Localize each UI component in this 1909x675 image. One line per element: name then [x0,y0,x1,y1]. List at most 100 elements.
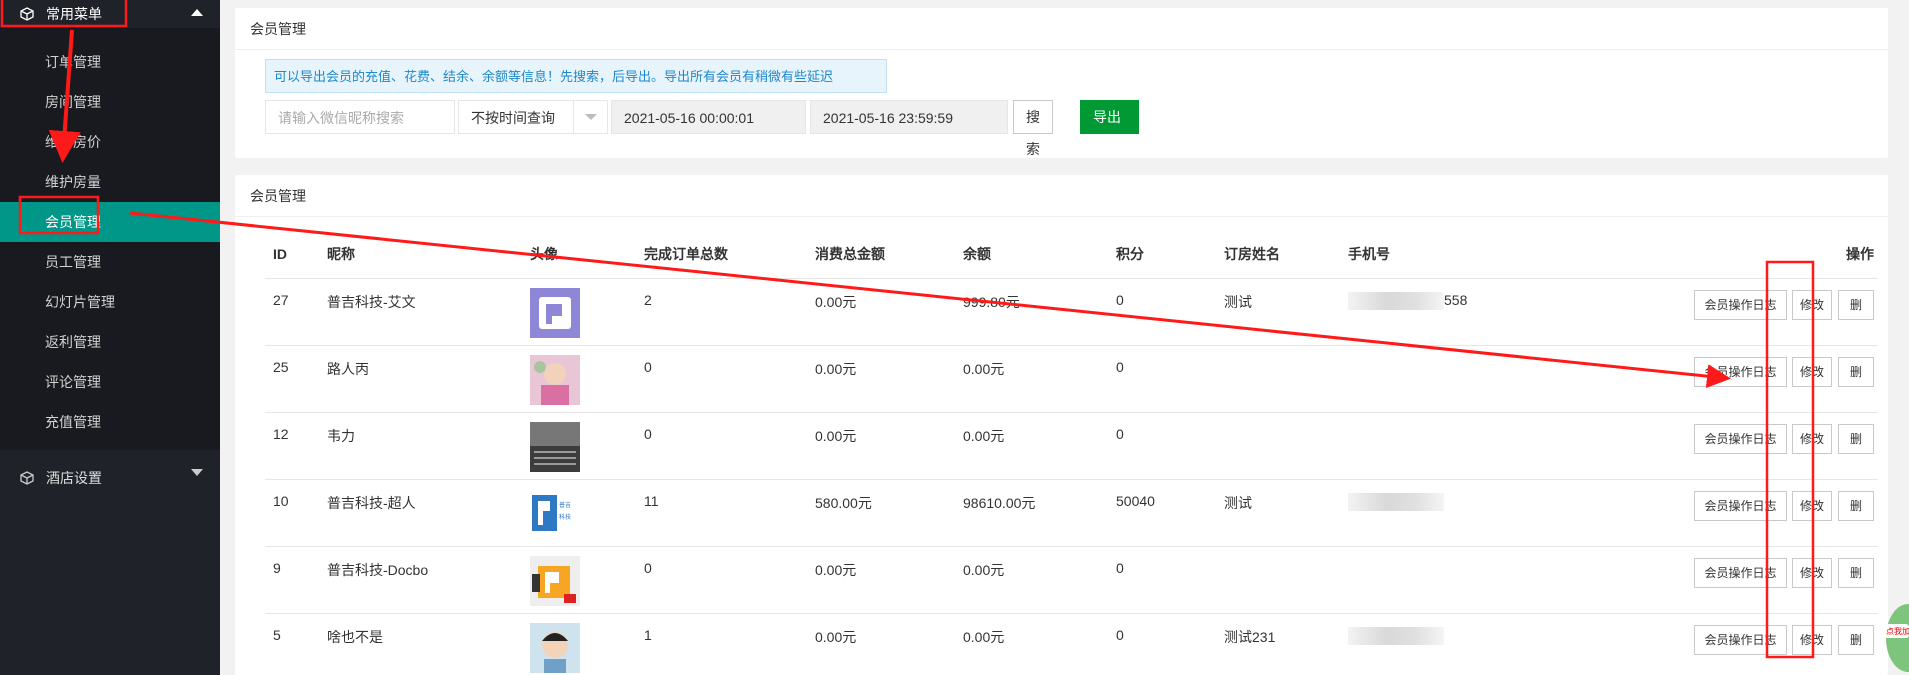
edit-button[interactable]: 修改 [1792,423,1832,454]
cell-balance: 0.00元 [955,545,1108,613]
cell-actions: 会员操作日志 修改删 [1668,545,1878,613]
sidebar-item[interactable]: 幻灯片管理 [0,282,220,322]
delete-button[interactable]: 删 [1838,624,1874,655]
col-guest-name: 订房姓名 [1224,245,1280,262]
child-photo-avatar [530,354,636,405]
cell-id: 10 [265,478,319,546]
table-row: 5 啥也不是 1 0.00元 0.00元 0 测试231 会员操作日志 修改删 [265,612,1878,675]
sidebar-item[interactable]: 评论管理 [0,362,220,402]
member-log-button[interactable]: 会员操作日志 [1694,624,1787,655]
member-list-title: 会员管理 [235,175,1888,217]
chevron-down-icon [573,101,607,133]
svg-text:科技: 科技 [559,513,571,521]
member-log-button[interactable]: 会员操作日志 [1694,289,1787,320]
cell-orders: 0 [636,344,807,412]
cell-balance: 999.80元 [955,277,1108,345]
sidebar-item[interactable]: 返利管理 [0,322,220,362]
edit-button[interactable]: 修改 [1792,490,1832,521]
cell-spent: 580.00元 [807,478,955,546]
delete-button[interactable]: 删 [1838,423,1874,454]
delete-button[interactable]: 删 [1838,289,1874,320]
cell-nickname: 普吉科技-超人 [319,478,522,546]
table-header-row: ID 昵称 头像 完成订单总数 消费总金额 余额 积分 订房姓名 手机号 操作 [265,230,1878,278]
member-log-button[interactable]: 会员操作日志 [1694,356,1787,387]
delete-button[interactable]: 删 [1838,490,1874,521]
filter-card: 会员管理 可以导出会员的充值、花费、结余、余额等信息！先搜索，后导出。导出所有会… [235,8,1888,193]
cell-id: 9 [265,545,319,613]
cell-id: 27 [265,277,319,345]
member-list-card: 会员管理 ID 昵称 头像 完成订单总数 消费总金额 余额 积分 订房姓名 手机… [235,175,1888,675]
sidebar-group-common[interactable]: 常用菜单 [0,0,220,28]
member-log-button[interactable]: 会员操作日志 [1694,423,1787,454]
cell-actions: 会员操作日志 修改删 [1668,612,1878,675]
floating-help-widget[interactable]: 点我加 [1880,600,1909,675]
cell-spent: 0.00元 [807,545,955,613]
row-actions: 会员操作日志 修改删 [1694,289,1878,320]
sidebar-item[interactable]: 员工管理 [0,242,220,282]
sidebar-item[interactable]: 维护房价 [0,122,220,162]
sidebar-group-hotel-label: 酒店设置 [46,470,102,486]
delete-button[interactable]: 删 [1838,557,1874,588]
cell-actions: 会员操作日志 修改删 [1668,277,1878,345]
edit-button[interactable]: 修改 [1792,356,1832,387]
cell-points: 50040 [1108,478,1216,546]
cell-guest-name: 测试 [1216,277,1340,345]
cell-avatar [522,545,636,613]
cell-guest-name [1216,411,1340,479]
sidebar-group-hotel[interactable]: 酒店设置 [0,458,220,498]
phone-redacted [1348,626,1444,645]
export-excel-button[interactable]: 导出全部excel [1080,100,1139,193]
edit-button[interactable]: 修改 [1792,557,1832,588]
nickname-search-input[interactable]: 请输入微信昵称搜索 [265,100,455,134]
member-log-button[interactable]: 会员操作日志 [1694,490,1787,521]
cell-guest-name: 测试231 [1216,612,1340,675]
sidebar-item[interactable]: 会员管理 [0,202,220,242]
cell-phone [1340,478,1668,546]
sidebar-item[interactable]: 维护房量 [0,162,220,202]
delete-button[interactable]: 删 [1838,356,1874,387]
row-actions: 会员操作日志 修改删 [1694,423,1878,454]
cell-nickname: 啥也不是 [319,612,522,675]
keyboard-photo-avatar [530,421,636,472]
cube-icon [20,471,34,485]
cell-actions: 会员操作日志 修改删 [1668,478,1878,546]
export-notice: 可以导出会员的充值、花费、结余、余额等信息！先搜索，后导出。导出所有会员有稍微有… [265,59,887,93]
cell-phone [1340,344,1668,412]
cell-guest-name [1216,545,1340,613]
cell-phone: 558 [1340,277,1668,345]
cell-balance: 0.00元 [955,411,1108,479]
sidebar-item[interactable]: 充值管理 [0,402,220,442]
cell-nickname: 韦力 [319,411,522,479]
cell-balance: 98610.00元 [955,478,1108,546]
cell-id: 12 [265,411,319,479]
sidebar-item[interactable]: 房间管理 [0,82,220,122]
member-log-button[interactable]: 会员操作日志 [1694,557,1787,588]
table-row: 12 韦力 0 0.00元 0.00元 0 会员操作日志 修改删 [265,411,1878,479]
cell-points: 0 [1108,277,1216,345]
col-spent: 消费总金额 [815,245,885,262]
col-id: ID [273,245,287,262]
cell-spent: 0.00元 [807,277,955,345]
edit-button[interactable]: 修改 [1792,289,1832,320]
blue-logo-avatar: 普吉 科技 [530,488,636,539]
cell-orders: 0 [636,545,807,613]
cell-spent: 0.00元 [807,411,955,479]
sidebar-group-common-label: 常用菜单 [46,6,102,22]
cell-orders: 11 [636,478,807,546]
baby-photo-avatar [530,622,636,673]
start-time-input[interactable]: 2021-05-16 00:00:01 [611,100,806,134]
logo-avatar [530,287,636,338]
cell-nickname: 普吉科技-艾文 [319,277,522,345]
cube-icon [20,7,34,21]
row-actions: 会员操作日志 修改删 [1694,490,1878,521]
end-time-input[interactable]: 2021-05-16 23:59:59 [810,100,1008,134]
time-filter-select[interactable]: 不按时间查询 [458,100,608,134]
yellow-logo-avatar [530,555,636,606]
member-table: ID 昵称 头像 完成订单总数 消费总金额 余额 积分 订房姓名 手机号 操作 … [265,230,1878,675]
svg-text:普吉: 普吉 [559,501,571,509]
edit-button[interactable]: 修改 [1792,624,1832,655]
sidebar-item[interactable]: 订单管理 [0,42,220,82]
cell-id: 5 [265,612,319,675]
table-row: 10 普吉科技-超人 普吉 科技 11 580.00元 98610.00元 50040 测试 会员… [265,478,1878,546]
search-button[interactable]: 搜索 [1013,100,1053,157]
